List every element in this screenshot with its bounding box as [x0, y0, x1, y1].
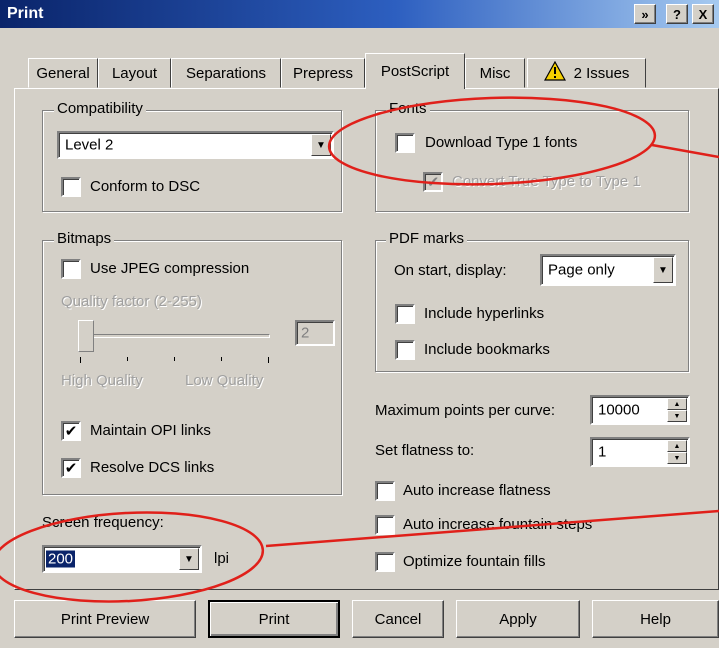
- convert-truetype-checkbox[interactable]: ✔: [423, 172, 443, 192]
- max-points-label: Maximum points per curve:: [375, 402, 556, 419]
- compatibility-group: [42, 110, 342, 212]
- convert-truetype-label: Convert True Type to Type 1: [452, 173, 641, 190]
- tab-general[interactable]: General: [28, 58, 98, 88]
- use-jpeg-label: Use JPEG compression: [90, 260, 250, 277]
- maintain-opi-label: Maintain OPI links: [90, 422, 211, 439]
- print-button[interactable]: Print: [208, 600, 340, 638]
- auto-flatness-checkbox[interactable]: [375, 481, 395, 501]
- fonts-legend: Fonts: [386, 100, 430, 117]
- quality-factor-label: Quality factor (2-255): [61, 293, 202, 310]
- slider-tick: [80, 357, 81, 363]
- cancel-button[interactable]: Cancel: [352, 600, 444, 638]
- quality-slider-track: [80, 334, 270, 338]
- max-points-spinner[interactable]: 10000 ▲ ▼: [590, 395, 690, 425]
- on-start-value: Page only: [548, 261, 615, 279]
- resolve-dcs-checkbox[interactable]: ✔: [61, 458, 81, 478]
- resolve-dcs-label: Resolve DCS links: [90, 459, 215, 476]
- download-type1-label: Download Type 1 fonts: [425, 134, 578, 151]
- low-quality-label: Low Quality: [185, 372, 264, 389]
- quality-value-field[interactable]: 2: [295, 320, 335, 346]
- conform-dsc-checkbox[interactable]: [61, 177, 81, 197]
- slider-tick: [127, 357, 128, 361]
- include-bookmarks-checkbox[interactable]: [395, 340, 415, 360]
- tab-separations[interactable]: Separations: [171, 58, 281, 88]
- max-points-value: 10000: [598, 401, 640, 419]
- print-preview-button[interactable]: Print Preview: [14, 600, 196, 638]
- slider-tick: [268, 357, 269, 363]
- quality-slider-thumb[interactable]: [78, 320, 94, 352]
- help-question-button[interactable]: ?: [666, 4, 688, 24]
- flatness-value: 1: [598, 443, 607, 461]
- on-start-label: On start, display:: [394, 262, 507, 279]
- window-title: Print: [7, 5, 44, 22]
- bitmaps-legend: Bitmaps: [54, 230, 115, 247]
- flatness-spinner[interactable]: 1 ▲ ▼: [590, 437, 690, 467]
- tab-postscript[interactable]: PostScript: [365, 53, 465, 89]
- close-button[interactable]: X: [692, 4, 714, 24]
- compatibility-level-select[interactable]: Level 2 ▼: [57, 131, 334, 159]
- spin-up-icon[interactable]: ▲: [667, 398, 687, 410]
- tab-issues-label: 2 Issues: [573, 64, 630, 82]
- download-type1-checkbox[interactable]: [395, 133, 415, 153]
- tab-issues[interactable]: 2 Issues: [527, 58, 646, 88]
- warning-icon: [543, 60, 566, 85]
- on-start-select[interactable]: Page only ▼: [540, 254, 676, 286]
- slider-tick: [174, 357, 175, 361]
- chevron-down-icon[interactable]: ▼: [311, 134, 331, 156]
- screen-frequency-label: Screen frequency:: [42, 514, 164, 531]
- conform-dsc-label: Conform to DSC: [90, 178, 201, 195]
- chevron-down-icon[interactable]: ▼: [179, 548, 199, 570]
- apply-button[interactable]: Apply: [456, 600, 580, 638]
- flatness-label: Set flatness to:: [375, 442, 475, 459]
- include-hyperlinks-checkbox[interactable]: [395, 304, 415, 324]
- context-help-icon[interactable]: »: [634, 4, 656, 24]
- high-quality-label: High Quality: [61, 372, 143, 389]
- spin-down-icon[interactable]: ▼: [667, 410, 687, 422]
- compatibility-legend: Compatibility: [54, 100, 146, 117]
- auto-fountain-label: Auto increase fountain steps: [403, 516, 593, 533]
- spin-down-icon[interactable]: ▼: [667, 452, 687, 464]
- optimize-fountain-label: Optimize fountain fills: [403, 553, 546, 570]
- maintain-opi-checkbox[interactable]: ✔: [61, 421, 81, 441]
- quality-value: 2: [301, 324, 310, 342]
- compatibility-level-value: Level 2: [65, 136, 114, 154]
- tab-layout[interactable]: Layout: [98, 58, 171, 88]
- slider-tick: [221, 357, 222, 361]
- lpi-unit-label: lpi: [214, 550, 230, 567]
- include-bookmarks-label: Include bookmarks: [424, 341, 550, 358]
- optimize-fountain-checkbox[interactable]: [375, 552, 395, 572]
- auto-flatness-label: Auto increase flatness: [403, 482, 551, 499]
- fonts-group: [375, 110, 689, 212]
- screen-frequency-value: 200: [46, 550, 76, 568]
- include-hyperlinks-label: Include hyperlinks: [424, 305, 545, 322]
- use-jpeg-checkbox[interactable]: [61, 259, 81, 279]
- auto-fountain-checkbox[interactable]: [375, 515, 395, 535]
- help-button[interactable]: Help: [592, 600, 719, 638]
- chevron-down-icon[interactable]: ▼: [653, 257, 673, 283]
- tab-prepress[interactable]: Prepress: [281, 58, 365, 88]
- title-bar: Print » ? X: [0, 0, 719, 28]
- screen-frequency-select[interactable]: 200 ▼: [42, 545, 202, 573]
- pdf-marks-legend: PDF marks: [386, 230, 467, 247]
- bitmaps-group: [42, 240, 342, 495]
- tab-misc[interactable]: Misc: [465, 58, 525, 88]
- spin-up-icon[interactable]: ▲: [667, 440, 687, 452]
